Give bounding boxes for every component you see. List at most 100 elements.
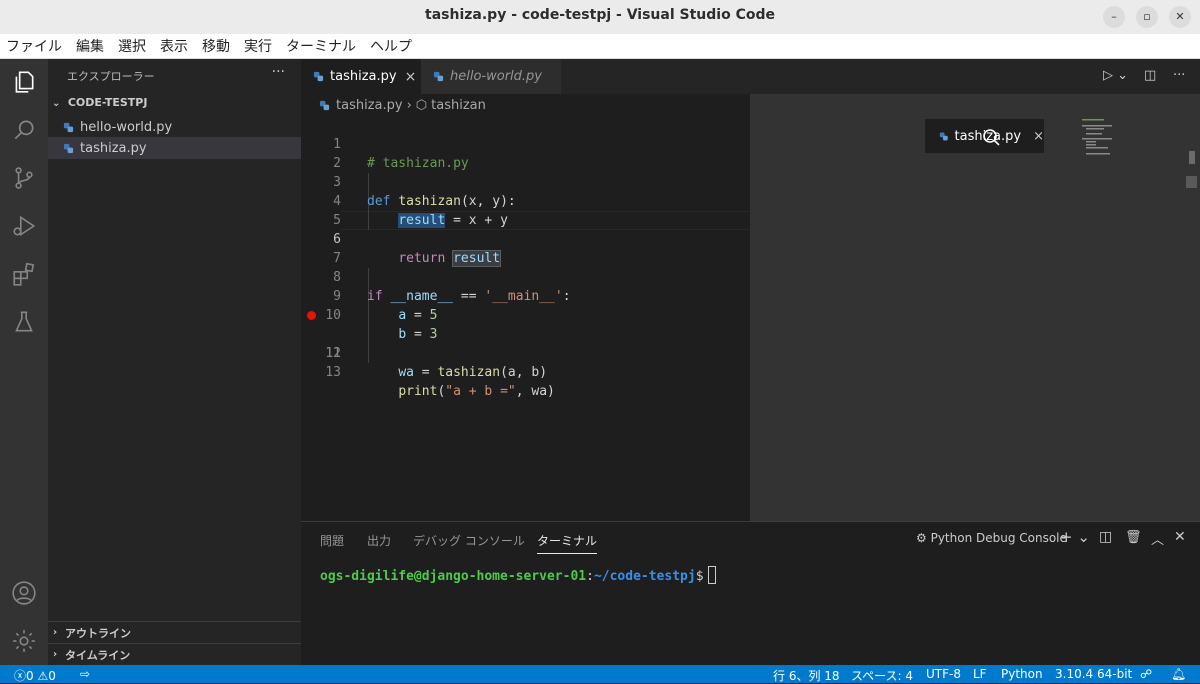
warning-count: 0: [48, 669, 56, 683]
terminal-cursor: [707, 566, 716, 584]
code-line: 11 wa = tashizan(a, b): [301, 306, 750, 380]
python-file-icon: [63, 122, 74, 132]
more-actions-icon[interactable]: ···: [1173, 68, 1185, 83]
run-debug-icon[interactable]: [8, 210, 40, 242]
problems-indicator[interactable]: ⓧ0 ⚠0: [14, 667, 56, 684]
outline-section[interactable]: › アウトライン: [48, 621, 301, 643]
bottom-panel: 問題 出力 デバッグ コンソール ターミナル ⚙ Python Debug Co…: [301, 521, 1200, 665]
source-control-icon[interactable]: [8, 162, 40, 194]
breakpoint-icon[interactable]: [307, 311, 316, 320]
tab-debug-console[interactable]: デバッグ コンソール: [413, 532, 525, 549]
dragged-tab[interactable]: tashiza.py ×: [925, 119, 1044, 153]
tab-problems[interactable]: 問題: [320, 532, 344, 549]
python-file-icon: [939, 132, 948, 140]
code-token: (a, b): [500, 365, 548, 380]
split-drop-target[interactable]: [750, 94, 1200, 521]
extensions-icon[interactable]: [8, 258, 40, 290]
breadcrumb-file[interactable]: tashiza.py: [336, 98, 403, 113]
testing-icon[interactable]: [8, 306, 40, 338]
trash-icon[interactable]: 🗑: [1125, 530, 1142, 545]
tab-hello-world[interactable]: hello-world.py: [421, 59, 561, 94]
tab-tashiza[interactable]: tashiza.py ×: [301, 59, 421, 94]
file-item-tashiza[interactable]: tashiza.py: [48, 137, 301, 159]
close-tab-icon[interactable]: ×: [405, 69, 417, 85]
file-name: tashiza.py: [80, 140, 147, 156]
terminal-output[interactable]: ogs-digilife@django-home-server-01:~/cod…: [320, 566, 716, 584]
menu-run[interactable]: 実行: [244, 36, 272, 56]
workspace-folder[interactable]: ⌄ CODE-TESTPJ: [52, 96, 147, 109]
section-label: アウトライン: [65, 626, 131, 640]
more-actions-icon[interactable]: ···: [272, 64, 285, 80]
scrollbar-thumb[interactable]: [1189, 151, 1195, 164]
function-token: print: [398, 384, 438, 399]
account-icon[interactable]: [8, 577, 40, 609]
code-line: 10 b = 3: [301, 287, 750, 342]
breadcrumb-separator: ›: [406, 97, 412, 113]
string-token: "a + b =": [445, 384, 516, 399]
end-of-line[interactable]: LF: [973, 667, 987, 681]
python-file-icon: [319, 100, 330, 110]
tab-label: hello-world.py: [450, 69, 542, 84]
code-line: 7: [301, 230, 750, 266]
close-tab-icon[interactable]: ×: [1033, 129, 1044, 144]
explorer-header: エクスプローラー: [67, 70, 155, 83]
tab-output[interactable]: 出力: [367, 532, 391, 549]
close-window-button[interactable]: ✕: [1169, 6, 1191, 28]
activity-bar: [0, 59, 48, 665]
tab-label: tashiza.py: [330, 69, 397, 84]
encoding[interactable]: UTF-8: [926, 667, 961, 681]
symbol-method-icon: ⬡: [415, 97, 428, 113]
code-line: 8 if __name__ == '__main__':: [301, 249, 750, 304]
settings-gear-icon[interactable]: [8, 625, 40, 657]
code-line: 5: [301, 192, 750, 228]
menu-view[interactable]: 表示: [160, 36, 188, 56]
terminal-prompt: $: [695, 569, 704, 584]
run-python-icon[interactable]: ▷ ⌄: [1103, 68, 1128, 83]
maximize-button[interactable]: ▫: [1136, 6, 1158, 28]
minimize-button[interactable]: –: [1103, 6, 1125, 28]
debug-launch-icon[interactable]: ⇨: [80, 667, 90, 681]
menu-selection[interactable]: 選択: [118, 36, 146, 56]
close-panel-icon[interactable]: ✕: [1174, 529, 1186, 545]
function-token: tashizan: [437, 365, 501, 380]
search-icon[interactable]: [8, 114, 40, 146]
notifications-bell-icon[interactable]: 🔔︎: [1171, 667, 1186, 681]
language-mode[interactable]: Python: [1001, 667, 1043, 681]
timeline-section[interactable]: › タイムライン: [48, 643, 301, 665]
file-item-hello-world[interactable]: hello-world.py: [48, 116, 301, 138]
code-line: 3 def tashizan(x, y):: [301, 154, 750, 209]
feedback-icon[interactable]: ☍: [1140, 667, 1152, 681]
menu-file[interactable]: ファイル: [6, 36, 62, 56]
menu-go[interactable]: 移動: [202, 36, 230, 56]
code-line: 12: [301, 325, 750, 361]
python-interpreter[interactable]: 3.10.4 64-bit: [1055, 667, 1132, 681]
folder-label: CODE-TESTPJ: [67, 96, 148, 109]
breadcrumb-symbol[interactable]: tashizan: [431, 98, 486, 113]
split-editor-icon[interactable]: ◫: [1144, 68, 1156, 83]
explorer-icon[interactable]: [8, 66, 40, 98]
variable-token: wa: [398, 365, 414, 380]
minimap[interactable]: [1080, 116, 1190, 156]
menu-terminal[interactable]: ターミナル: [286, 36, 356, 56]
cursor-position[interactable]: 行 6、列 18: [773, 667, 840, 684]
title-bar: tashiza.py - code-testpj - Visual Studio…: [0, 0, 1200, 34]
code-line: 9 a = 5: [301, 268, 750, 323]
code-editor[interactable]: 1 # tashizan.py 2 3 def tashizan(x, y): …: [301, 116, 1081, 521]
maximize-panel-icon[interactable]: ︿: [1151, 529, 1164, 548]
indentation[interactable]: スペース: 4: [851, 667, 913, 684]
split-terminal-icon[interactable]: ◫: [1099, 529, 1112, 545]
drag-cursor-icon: [983, 129, 1000, 146]
editor-tab-bar: tashiza.py × hello-world.py ▷ ⌄ ◫ ···: [301, 59, 1200, 94]
code-line: 1 # tashizan.py: [301, 116, 750, 171]
new-terminal-icon[interactable]: + ⌄: [1060, 528, 1090, 546]
status-bar: ⓧ0 ⚠0 ⇨ 行 6、列 18 スペース: 4 UTF-8 LF Python…: [0, 665, 1200, 683]
menu-bar: ファイル 編集 選択 表示 移動 実行 ターミナル ヘルプ: [0, 34, 1200, 59]
terminal-profile[interactable]: ⚙ Python Debug Console: [916, 531, 1067, 545]
chevron-right-icon: ›: [53, 649, 58, 660]
tab-terminal[interactable]: ターミナル: [537, 532, 598, 554]
menu-edit[interactable]: 編集: [76, 36, 104, 56]
python-file-icon: [313, 71, 324, 82]
terminal-path: ~/code-testpj: [593, 569, 696, 584]
explorer-sidebar: エクスプローラー ··· ⌄ CODE-TESTPJ hello-world.p…: [48, 59, 301, 665]
menu-help[interactable]: ヘルプ: [370, 36, 412, 56]
